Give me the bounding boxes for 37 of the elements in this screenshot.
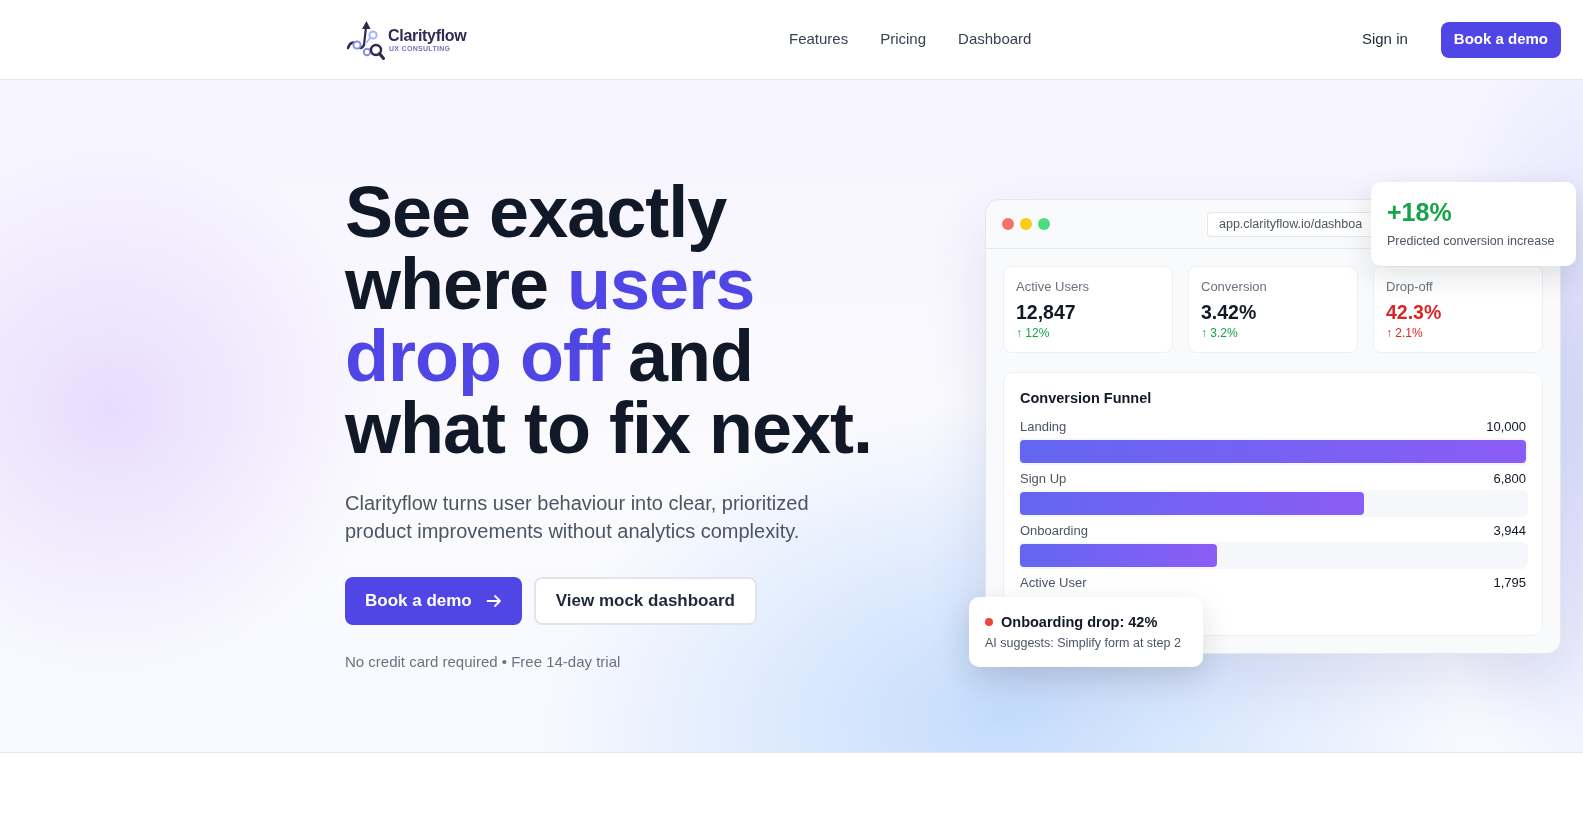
status-dot-icon (985, 618, 993, 626)
stat-delta: ↑ 2.1% (1386, 325, 1424, 341)
book-demo-button[interactable]: Book a demo (1440, 21, 1561, 58)
stat-value: 3.42% (1201, 300, 1258, 325)
alert-title: Onboarding drop: 42% (1001, 613, 1158, 631)
prediction-value: +18% (1387, 197, 1453, 227)
hero-subtitle: Clarityflow turns user behaviour into clear, prioritized product improvements without analytics complexity. (345, 491, 810, 544)
prediction-caption: Predicted conversion increase (1387, 233, 1556, 250)
funnel-step-label: Active User (1020, 574, 1087, 592)
stat-value: 42.3% (1386, 300, 1443, 325)
arrow-right-icon (485, 593, 502, 609)
brand-name: Clarityflow (388, 26, 467, 44)
funnel-step-value: 6,800 (1493, 470, 1526, 488)
primary-cta-button[interactable]: Book a demo (345, 577, 522, 625)
stat-value: 12,847 (1016, 300, 1077, 325)
stat-delta: ↑ 3.2% (1201, 325, 1239, 341)
funnel-step-label: Onboarding (1020, 522, 1088, 540)
nav-link[interactable]: Dashboard (958, 28, 1032, 51)
funnel-title: Conversion Funnel (1020, 389, 1153, 408)
alert-text: AI suggests: Simplify form at step 2 (985, 635, 1182, 652)
nav-link[interactable]: Features (789, 28, 849, 51)
funnel-step-value: 3,944 (1493, 522, 1526, 540)
hero-note: No credit card required • Free 14-day trial (345, 652, 622, 672)
funnel-step-value: 1,795 (1493, 574, 1526, 592)
logo-icon (345, 18, 385, 61)
sign-in-link[interactable]: Sign in (1361, 28, 1408, 51)
stat-label: Drop-off (1386, 278, 1434, 296)
stat-label: Active Users (1016, 278, 1090, 296)
hero-headline: See exactly where users drop off and what to fix next. (345, 176, 874, 464)
funnel-step-label: Landing (1020, 418, 1067, 436)
funnel-step-label: Sign Up (1020, 470, 1067, 488)
nav-link[interactable]: Pricing (880, 28, 927, 51)
stat-delta: ↑ 12% (1016, 325, 1051, 341)
funnel-step-value: 10,000 (1486, 418, 1526, 436)
stat-label: Conversion (1201, 278, 1268, 296)
secondary-cta-button[interactable]: View mock dashboard (533, 577, 757, 625)
url-field[interactable]: app.clarityflow.io/dashboa (1207, 211, 1371, 237)
